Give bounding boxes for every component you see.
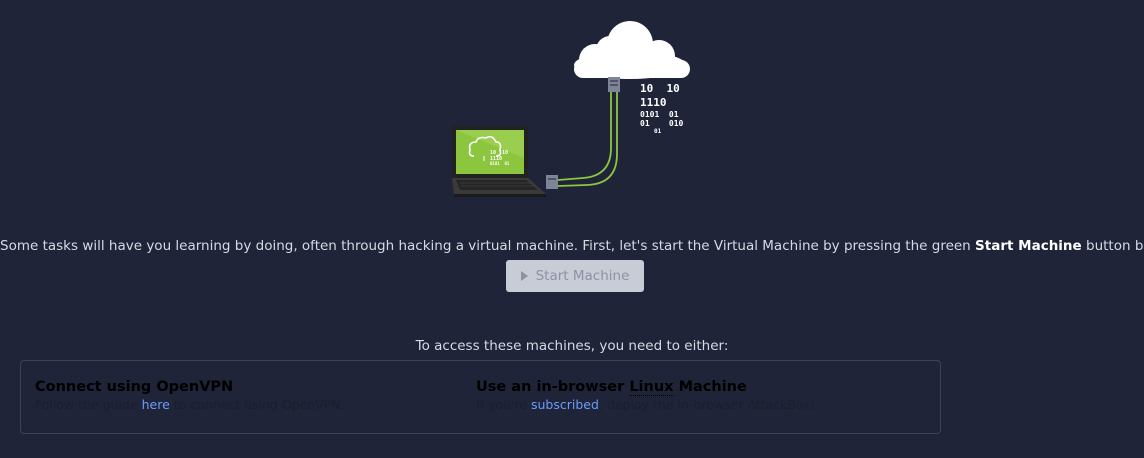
openvpn-desc-text: Follow the guide: [35, 397, 142, 412]
binary-data-text: 10 10 1110 0101 01 01 010 01: [640, 82, 684, 135]
svg-text:01 010: 01 010: [640, 119, 684, 128]
svg-text:10 10: 10 10: [640, 82, 680, 95]
svg-text:0101 01: 0101 01: [640, 110, 679, 119]
openvpn-option-title: Connect using OpenVPN: [35, 379, 234, 395]
network-cable: [557, 92, 618, 187]
openvpn-option-description: Follow the guide here to connect using O…: [35, 397, 345, 412]
browser-machine-option: Use an in-browser Linux Machine If you'r…: [476, 379, 815, 412]
vm-connection-illustration: 10 10 1110 0101 01 01 010 01 10 10 1110 …: [452, 21, 690, 197]
access-options-card: Connect using OpenVPN Follow the guide h…: [20, 360, 941, 434]
browser-machine-option-title: Use an in-browser Linux Machine: [476, 379, 815, 396]
browser-desc-text: , deploy the in-browser AttackBox!: [598, 397, 816, 412]
intro-text-part: button below.: [1085, 237, 1144, 254]
browser-title-text: Machine: [673, 379, 747, 395]
access-prompt: To access these machines, you need to ei…: [415, 337, 729, 354]
subscribed-link[interactable]: subscribed: [531, 397, 599, 412]
browser-title-text: Use an in-browser: [476, 379, 630, 395]
start-machine-emphasis: Start Machine: [975, 237, 1082, 254]
svg-text:0101 01: 0101 01: [490, 161, 510, 166]
play-icon: [520, 271, 528, 281]
laptop-icon: 10 10 1110 0101 01: [452, 126, 546, 197]
browser-desc-text: If you're: [476, 397, 531, 412]
intro-text-part: Some tasks will have you learning by doi…: [0, 237, 976, 254]
cloud-icon: [574, 21, 690, 79]
browser-machine-option-description: If you're subscribed, deploy the in-brow…: [476, 397, 815, 412]
start-machine-label: Start Machine: [535, 268, 630, 284]
openvpn-desc-text: to connect using OpenVPN.: [169, 397, 345, 412]
intro-paragraph: Some tasks will have you learning by doi…: [0, 238, 1144, 254]
svg-text:1110: 1110: [640, 96, 667, 109]
openvpn-option: Connect using OpenVPN Follow the guide h…: [35, 379, 345, 412]
svg-text:01: 01: [654, 128, 662, 135]
start-machine-button[interactable]: Start Machine: [506, 260, 644, 292]
network-cable: [557, 92, 612, 181]
linux-abbreviation[interactable]: Linux: [629, 379, 674, 396]
laptop-connector-plug: [546, 175, 558, 189]
openvpn-guide-link[interactable]: here: [142, 397, 170, 412]
